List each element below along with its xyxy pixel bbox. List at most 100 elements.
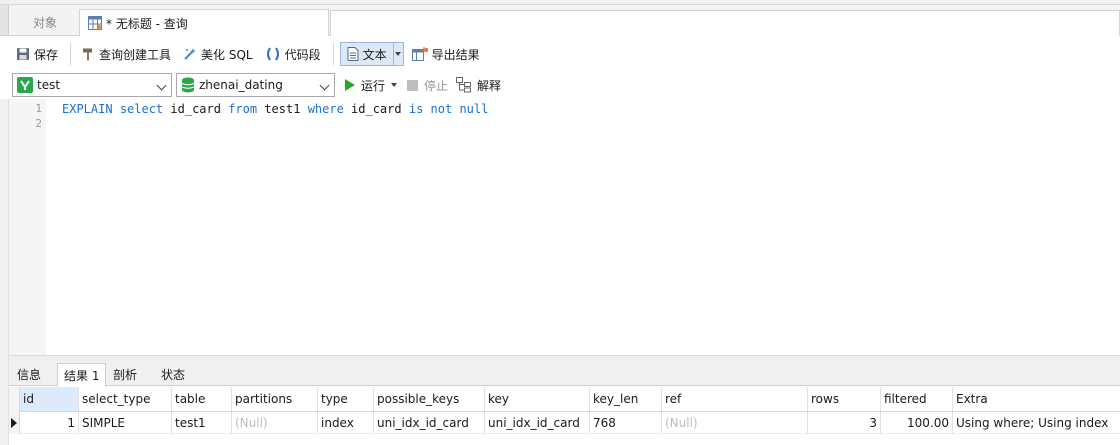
table-cell[interactable]: (Null) <box>232 412 318 433</box>
sql-keyword: not <box>430 102 453 116</box>
tab-status[interactable]: 状态 <box>155 363 191 386</box>
run-dropdown-icon[interactable] <box>391 83 398 87</box>
run-label: 运行 <box>361 78 386 93</box>
sql-keyword: EXPLAIN <box>62 102 113 116</box>
code-snippet-button[interactable]: 代码段 <box>261 42 325 66</box>
tab-profile-label: 剖析 <box>113 368 138 382</box>
parentheses-icon <box>266 47 279 61</box>
column-header[interactable]: filtered <box>881 387 953 411</box>
table-cell[interactable]: 3 <box>808 412 881 433</box>
table-cell[interactable]: SIMPLE <box>79 412 172 433</box>
current-row-arrow-icon <box>9 412 20 434</box>
tab-query[interactable]: * 无标题 - 查询 <box>79 9 329 36</box>
table-cell[interactable]: index <box>318 412 374 433</box>
tab-info[interactable]: 信息 <box>11 363 47 386</box>
connection-bar: test zhenai_dating 运行 停止 解释 <box>0 71 1120 99</box>
table-cell[interactable]: uni_idx_id_card <box>485 412 590 433</box>
code-snippet-label: 代码段 <box>284 47 321 62</box>
column-header[interactable]: ref <box>662 387 808 411</box>
run-button[interactable]: 运行 <box>345 77 398 94</box>
text-mode-dropdown[interactable] <box>393 42 404 66</box>
beautify-sql-label: 美化 SQL <box>201 47 253 62</box>
tab-profile[interactable]: 剖析 <box>107 363 143 386</box>
query-builder-button[interactable]: 查询创建工具 <box>77 42 175 66</box>
column-header[interactable]: table <box>172 387 232 411</box>
tab-query-label: * 无标题 - 查询 <box>106 16 188 31</box>
text-mode-label: 文本 <box>362 47 387 62</box>
text-mode-button[interactable]: 文本 <box>339 42 394 66</box>
column-header[interactable]: possible_keys <box>374 387 485 411</box>
table-row[interactable]: 1 SIMPLE test1 (Null) index uni_idx_id_c… <box>9 412 1120 434</box>
explain-button[interactable]: 解释 <box>456 77 501 94</box>
toolbar-separator <box>332 43 334 65</box>
table-cell[interactable]: test1 <box>172 412 232 433</box>
explain-icon <box>456 77 472 93</box>
toolbar: 保存 查询创建工具 美化 SQL 代码段 文本 导出结果 <box>0 37 1120 71</box>
stop-button[interactable]: 停止 <box>407 77 448 94</box>
save-button[interactable]: 保存 <box>12 42 62 66</box>
table-cell[interactable]: 100.00 <box>881 412 953 433</box>
sql-keyword: from <box>228 102 258 116</box>
beautify-sql-button[interactable]: 美化 SQL <box>179 42 257 66</box>
export-results-button[interactable]: 导出结果 <box>408 42 484 66</box>
database-value: zhenai_dating <box>199 78 283 92</box>
column-header[interactable]: rows <box>808 387 881 411</box>
column-header[interactable]: Extra <box>953 387 1120 411</box>
connection-icon <box>17 77 33 93</box>
line-number: 2 <box>35 117 42 130</box>
chevron-down-icon <box>319 80 330 91</box>
sql-keyword: where <box>307 102 344 116</box>
sql-text: test1 <box>257 102 308 116</box>
column-header[interactable]: partitions <box>232 387 318 411</box>
tab-result-1[interactable]: 结果 1 <box>57 363 107 387</box>
sql-editor[interactable]: 1 2 EXPLAIN select id_card from test1 wh… <box>9 99 1120 355</box>
database-select[interactable]: zhenai_dating <box>176 73 335 97</box>
column-header[interactable]: key_len <box>590 387 662 411</box>
tab-bar-left-edge <box>0 5 9 35</box>
database-icon <box>181 77 195 93</box>
tab-info-label: 信息 <box>17 368 42 382</box>
table-cell[interactable]: 1 <box>20 412 79 433</box>
column-header[interactable]: type <box>318 387 374 411</box>
query-builder-label: 查询创建工具 <box>99 47 172 62</box>
document-icon <box>347 47 359 61</box>
grid-header-row: id select_type table partitions type pos… <box>9 387 1120 412</box>
column-header[interactable]: key <box>485 387 590 411</box>
stop-icon <box>407 79 419 91</box>
sql-keyword: null <box>459 102 489 116</box>
column-header[interactable]: select_type <box>79 387 172 411</box>
line-number-gutter: 1 2 <box>9 99 46 355</box>
save-label: 保存 <box>34 47 59 62</box>
line-number: 1 <box>35 102 42 115</box>
header-row-selector[interactable] <box>9 387 20 412</box>
hammer-icon <box>83 48 93 61</box>
chevron-down-icon <box>156 80 167 91</box>
table-cell[interactable]: 768 <box>590 412 662 433</box>
save-icon <box>17 48 29 60</box>
stop-label: 停止 <box>424 78 449 93</box>
sql-text: id_card <box>343 102 409 116</box>
explain-label: 解释 <box>477 78 502 93</box>
sql-keyword: select <box>119 102 164 116</box>
sql-text: id_card <box>163 102 229 116</box>
tab-objects[interactable]: 对象 <box>12 9 78 36</box>
table-cell[interactable]: (Null) <box>662 412 808 433</box>
toolbar-separator <box>70 43 72 65</box>
magic-wand-icon <box>184 48 197 60</box>
sql-code-line: EXPLAIN select id_card from test1 where … <box>62 102 488 116</box>
connection-value: test <box>37 78 61 92</box>
left-panel-edge <box>0 99 9 445</box>
table-cell[interactable]: Using where; Using index <box>953 412 1120 433</box>
tab-status-label: 状态 <box>161 368 186 382</box>
export-results-label: 导出结果 <box>431 47 480 62</box>
result-tabs: 信息 结果 1 剖析 状态 <box>9 361 1120 387</box>
export-table-icon <box>411 47 428 61</box>
sql-keyword: is <box>408 102 424 116</box>
tab-bar-empty-area <box>330 10 1120 36</box>
table-cell[interactable]: uni_idx_id_card <box>374 412 485 433</box>
tab-result-1-label: 结果 1 <box>64 368 100 383</box>
connection-select[interactable]: test <box>12 73 172 97</box>
column-header[interactable]: id <box>20 387 79 411</box>
